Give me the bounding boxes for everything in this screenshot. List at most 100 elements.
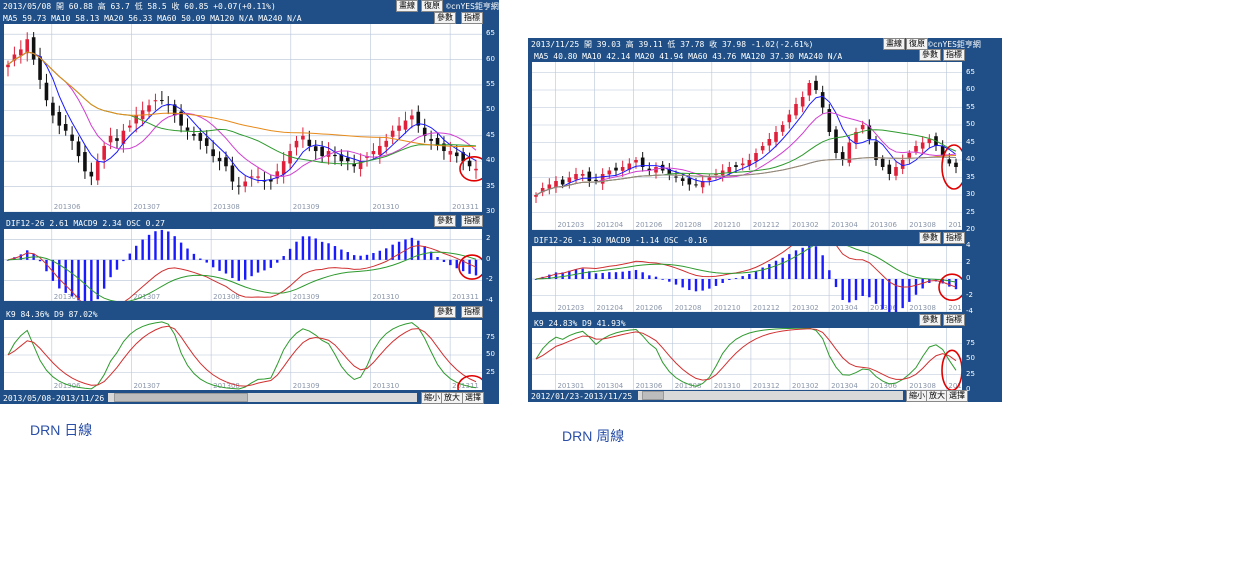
macd-bar (688, 279, 691, 291)
weekly-scrollbar[interactable] (638, 391, 903, 400)
draw-button[interactable]: 畫線 (396, 0, 418, 12)
zoom-in-button[interactable]: 放大 (926, 390, 948, 402)
params-button[interactable]: 參數 (919, 49, 941, 61)
x-tick-label: 201210 (714, 304, 741, 312)
daily-kd-plot: 201306 201307 201308 201309 201310 201311 (4, 320, 482, 390)
params-button[interactable]: 參數 (434, 12, 456, 24)
y-tick-label: 55 (966, 102, 975, 111)
candle-body (198, 133, 203, 141)
macd-bar (115, 259, 119, 270)
macd-bar (135, 245, 138, 260)
zoom-in-button[interactable]: 放大 (441, 392, 463, 404)
reset-button[interactable]: 復原 (421, 0, 443, 12)
candle-body (57, 111, 62, 126)
candle-body (594, 179, 598, 181)
x-tick-label: 201203 (557, 304, 584, 312)
indicator-button[interactable]: 指標 (461, 12, 483, 24)
x-tick-label: 201301 (557, 382, 584, 390)
macd-bar (581, 268, 584, 279)
macd-bar (654, 276, 658, 279)
candle-body (780, 125, 785, 132)
macd-bar (774, 260, 778, 279)
y-tick-label: 2 (486, 234, 491, 243)
indicator-button[interactable]: 指標 (943, 49, 965, 61)
indicator-button[interactable]: 指標 (943, 232, 965, 244)
scroll-thumb[interactable] (114, 393, 248, 402)
x-tick-label: 201302 (792, 382, 819, 390)
zoom-out-button[interactable]: 縮小 (421, 392, 443, 404)
draw-button[interactable]: 畫線 (883, 38, 905, 50)
macd-bar (728, 279, 731, 280)
x-tick-label: 201306 (870, 221, 897, 229)
y-tick-label: 50 (966, 354, 975, 362)
indicator-button[interactable]: 指標 (461, 306, 483, 318)
x-tick-label: 201212 (753, 221, 780, 229)
macd-bar (90, 259, 93, 301)
candle-body (820, 92, 825, 108)
candle-body (236, 185, 241, 187)
macd-bar (888, 279, 891, 312)
macd-bar (224, 259, 228, 274)
macd-bar (661, 278, 664, 280)
indicator-button[interactable]: 指標 (943, 314, 965, 326)
candle-body (371, 151, 376, 155)
macd-bar (269, 259, 273, 268)
candle-body (807, 83, 812, 96)
x-tick-label: 201306 (54, 203, 81, 211)
candle-body (760, 146, 765, 151)
macd-bar (594, 273, 598, 279)
candle-body (580, 174, 585, 176)
macd-bar (346, 252, 349, 260)
x-tick-label: 201312 (753, 382, 780, 390)
candle-body (734, 165, 738, 167)
macd-bar (83, 259, 87, 301)
candle-body (907, 153, 912, 158)
candle-body (378, 145, 382, 155)
select-button[interactable]: 選擇 (946, 390, 968, 402)
x-tick-label: 201308 (213, 293, 240, 301)
zoom-out-button[interactable]: 縮小 (906, 390, 928, 402)
macd-bar (894, 279, 898, 312)
y-tick-label: 45 (486, 130, 495, 139)
macd-bar (340, 249, 343, 260)
candle-body (243, 181, 248, 187)
y-tick-label: 0 (486, 254, 491, 263)
params-button[interactable]: 參數 (919, 314, 941, 326)
weekly-chart-panel: 2013/11/25 開 39.03 高 39.11 低 37.78 收 37.… (528, 38, 1002, 402)
x-tick-label: 201310 (714, 382, 741, 390)
macd-bar (179, 242, 183, 260)
weekly-macd-line: DIF12-26 -1.30 MACD9 -1.14 OSC -0.16 (534, 236, 708, 245)
macd-bar (365, 254, 369, 260)
highlight-circle (938, 273, 962, 302)
select-button[interactable]: 選擇 (462, 392, 484, 404)
macd-signal-line (535, 246, 957, 283)
params-button[interactable]: 參數 (434, 215, 456, 227)
params-button[interactable]: 參數 (434, 306, 456, 318)
macd-bar (77, 259, 80, 301)
macd-bar (881, 279, 884, 310)
macd-bar (449, 259, 452, 266)
scroll-thumb[interactable] (642, 391, 664, 400)
x-tick-label: 201204 (597, 304, 624, 312)
macd-bar (173, 236, 176, 260)
macd-bar (26, 250, 29, 260)
candle-body (954, 162, 958, 167)
macd-bar (250, 259, 253, 277)
candle-body (429, 138, 433, 141)
macd-bar (814, 246, 818, 279)
y-tick-label: 75 (966, 338, 975, 347)
daily-scrollbar[interactable] (108, 393, 417, 402)
indicator-button[interactable]: 指標 (461, 215, 483, 227)
candle-body (102, 145, 106, 160)
candle-body (887, 164, 892, 174)
candle-body (707, 177, 712, 181)
x-tick-label: 201311 (452, 293, 479, 301)
ma120-line (535, 156, 957, 196)
daily-price-plot: 201306 201307 201308 201309 201310 201311 (4, 24, 482, 212)
x-tick-label: 201308 (213, 203, 240, 211)
macd-bar (634, 270, 638, 279)
ma5-line (535, 95, 957, 196)
candle-body (134, 115, 139, 124)
params-button[interactable]: 參數 (919, 232, 941, 244)
macd-bar (205, 259, 208, 263)
